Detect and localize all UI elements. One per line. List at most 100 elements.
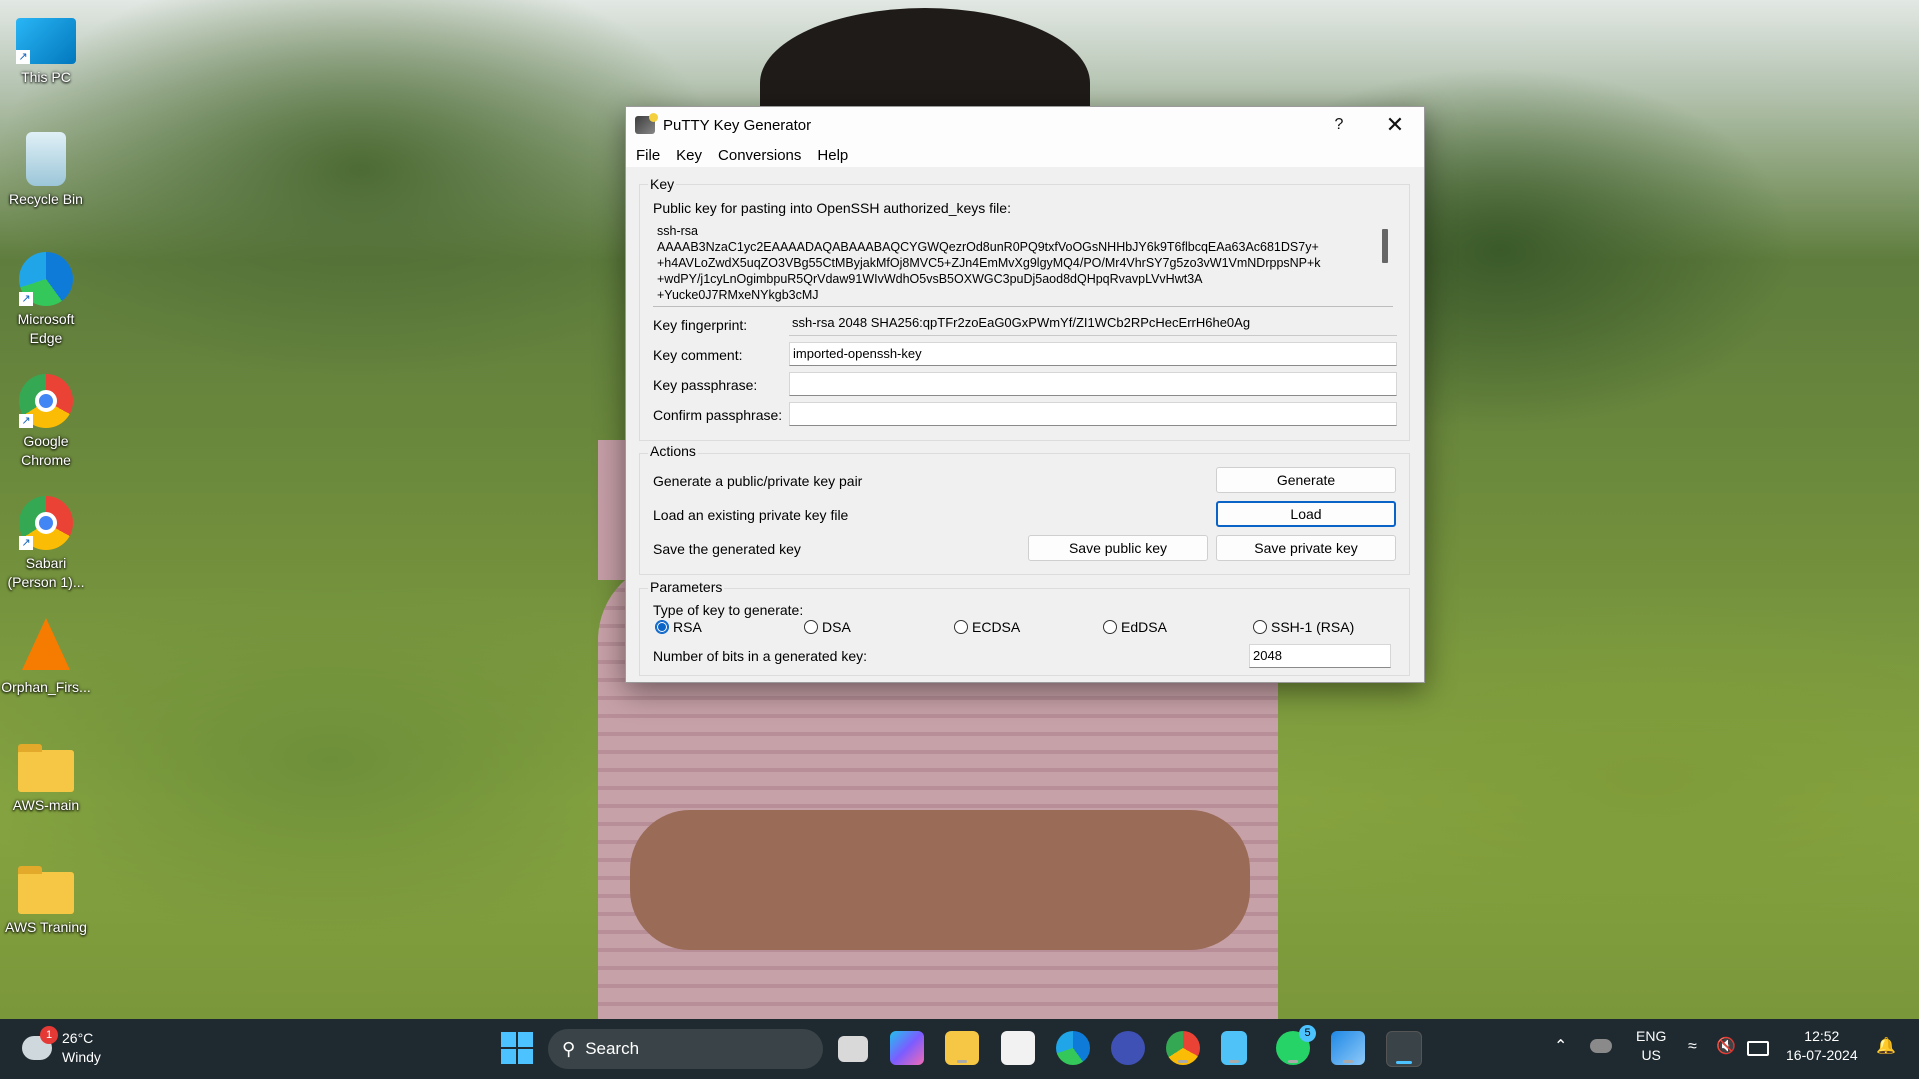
folder-icon [18, 866, 74, 914]
whatsapp-badge: 5 [1299, 1025, 1316, 1042]
radio-button[interactable] [804, 620, 818, 634]
weather-widget[interactable]: 1 26°C Windy [22, 1026, 101, 1067]
pubkey-scrollbar[interactable] [1382, 229, 1388, 263]
menu-help[interactable]: Help [809, 147, 856, 164]
desktop-icon-chrome-profile[interactable]: ↗ Sabari (Person 1)... [0, 496, 92, 592]
bits-label: Number of bits in a generated key: [653, 648, 868, 664]
pubkey-line: AAAAB3NzaC1yc2EAAAADAQABAAABAQCYGWQezrOd… [657, 240, 1319, 254]
desktop-icon-label: AWS Traning [5, 919, 87, 935]
weather-desc: Windy [62, 1049, 101, 1065]
puttygen-app-icon [635, 113, 658, 134]
radio-ssh1-rsa[interactable]: SSH-1 (RSA) [1253, 619, 1354, 635]
radio-button[interactable] [655, 620, 669, 634]
vlc-cone-icon [22, 618, 70, 670]
whatsapp-icon[interactable]: 5 [1276, 1025, 1316, 1065]
speaker-muted-icon[interactable]: 🔇 [1716, 1037, 1736, 1056]
radio-button[interactable] [1253, 620, 1267, 634]
puttygen-window: PuTTY Key Generator ? ✕ File Key Convers… [625, 106, 1425, 683]
radio-eddsa[interactable]: EdDSA [1103, 619, 1167, 635]
clock[interactable]: 12:52 16-07-2024 [1786, 1027, 1858, 1065]
desktop-icon-aws-traning[interactable]: AWS Traning [0, 862, 92, 937]
radio-label: RSA [673, 619, 702, 635]
language-indicator[interactable]: ENG US [1636, 1027, 1666, 1065]
chrome-icon: ↗ [19, 374, 73, 428]
save-private-key-button[interactable]: Save private key [1216, 535, 1396, 561]
menu-file[interactable]: File [628, 147, 668, 164]
comment-label: Key comment: [653, 347, 743, 363]
file-explorer-icon[interactable] [945, 1031, 979, 1065]
puttygen-taskbar-icon[interactable] [1386, 1031, 1422, 1067]
desktop-icon-recycle-bin[interactable]: Recycle Bin [0, 132, 92, 209]
weather-temp: 26°C [62, 1030, 94, 1046]
app-icon[interactable] [1111, 1031, 1145, 1065]
pubkey-line: +wdPY/j1cyLnOgimbpuR5QrVdaw91WIvWdhO5vsB… [657, 272, 1203, 286]
language-line1: ENG [1636, 1028, 1667, 1044]
recycle-bin-icon [26, 132, 66, 186]
taskbar: 1 26°C Windy ⚲ Search 5 ⌃ ENG US ≈ 🔇 12:… [0, 1019, 1919, 1079]
copilot-icon[interactable] [890, 1031, 924, 1065]
title-bar[interactable]: PuTTY Key Generator ? ✕ [626, 107, 1424, 143]
pubkey-line: +h4AVLoZwdX5uqZO3VBg55CtMByjakMfOj8MVC5+… [657, 256, 1321, 270]
menu-key[interactable]: Key [668, 147, 710, 164]
radio-rsa[interactable]: RSA [655, 619, 702, 635]
passphrase-field[interactable] [789, 372, 1397, 396]
radio-button[interactable] [954, 620, 968, 634]
help-button[interactable]: ? [1316, 107, 1362, 143]
radio-ecdsa[interactable]: ECDSA [954, 619, 1020, 635]
onedrive-icon[interactable] [1590, 1039, 1612, 1053]
menu-conversions[interactable]: Conversions [710, 147, 809, 164]
passphrase-label: Key passphrase: [653, 377, 758, 393]
microsoft-store-icon[interactable] [1001, 1031, 1035, 1065]
confirm-passphrase-field[interactable] [789, 402, 1397, 426]
chevron-up-icon[interactable]: ⌃ [1554, 1037, 1567, 1056]
desktop-icon-label: Sabari (Person 1)... [7, 555, 85, 590]
notification-bell-icon[interactable]: 🔔 [1876, 1037, 1896, 1056]
desktop-icon-vlc[interactable]: Orphan_Firs... [0, 618, 92, 697]
folder-icon [18, 744, 74, 792]
desktop-icon-label: Microsoft Edge [17, 311, 75, 346]
desktop-icon-label: Google Chrome [21, 433, 71, 468]
radio-button[interactable] [1103, 620, 1117, 634]
edge-icon: ↗ [19, 252, 73, 306]
desktop-icon-aws-main[interactable]: AWS-main [0, 740, 92, 815]
radio-dsa[interactable]: DSA [804, 619, 851, 635]
desktop-icon-this-pc[interactable]: ↗ This PC [0, 12, 92, 87]
search-icon: ⚲ [562, 1038, 576, 1059]
radio-label: SSH-1 (RSA) [1271, 619, 1355, 635]
weather-wind-icon: 1 [22, 1026, 58, 1060]
desktop-icon-label: This PC [21, 69, 71, 85]
save-public-key-button[interactable]: Save public key [1028, 535, 1208, 561]
notepad-icon[interactable] [1221, 1031, 1247, 1065]
photos-icon[interactable] [1331, 1031, 1365, 1065]
background-person-arms [630, 810, 1250, 950]
bits-field[interactable]: 2048 [1249, 644, 1391, 668]
key-type-label: Type of key to generate: [653, 602, 804, 618]
windows-start-icon[interactable] [501, 1032, 533, 1064]
wifi-icon[interactable]: ≈ [1688, 1037, 1697, 1056]
task-view-icon[interactable] [838, 1036, 868, 1062]
search-label: Search [585, 1039, 640, 1058]
edge-icon[interactable] [1056, 1031, 1090, 1065]
desktop-icon-chrome[interactable]: ↗ Google Chrome [0, 374, 92, 470]
desktop-icon-label: AWS-main [12, 797, 80, 813]
taskbar-search[interactable]: ⚲ Search [548, 1029, 823, 1069]
save-text: Save the generated key [653, 541, 801, 557]
radio-label: EdDSA [1121, 619, 1167, 635]
pubkey-line: +Yucke0J7RMxeNYkgb3cMJ [657, 288, 819, 302]
clock-time: 12:52 [1804, 1028, 1840, 1044]
fingerprint-field[interactable]: ssh-rsa 2048 SHA256:qpTFr2zoEaG0GxPWmYf/… [789, 312, 1397, 336]
close-button[interactable]: ✕ [1372, 107, 1418, 143]
load-button[interactable]: Load [1216, 501, 1396, 527]
monitor-icon: ↗ [16, 18, 76, 64]
radio-label: ECDSA [972, 619, 1021, 635]
menu-bar: File Key Conversions Help [626, 143, 1424, 167]
generate-button[interactable]: Generate [1216, 467, 1396, 493]
comment-field[interactable]: imported-openssh-key [789, 342, 1397, 366]
radio-label: DSA [822, 619, 851, 635]
pubkey-textarea[interactable]: ssh-rsa AAAAB3NzaC1yc2EAAAADAQABAAABAQCY… [653, 221, 1393, 307]
battery-icon[interactable] [1747, 1041, 1769, 1056]
confirm-passphrase-label: Confirm passphrase: [653, 407, 783, 423]
desktop-icon-label: Orphan_Firs... [1, 679, 91, 695]
desktop-icon-edge[interactable]: ↗ Microsoft Edge [0, 252, 92, 348]
chrome-icon[interactable] [1166, 1031, 1200, 1065]
